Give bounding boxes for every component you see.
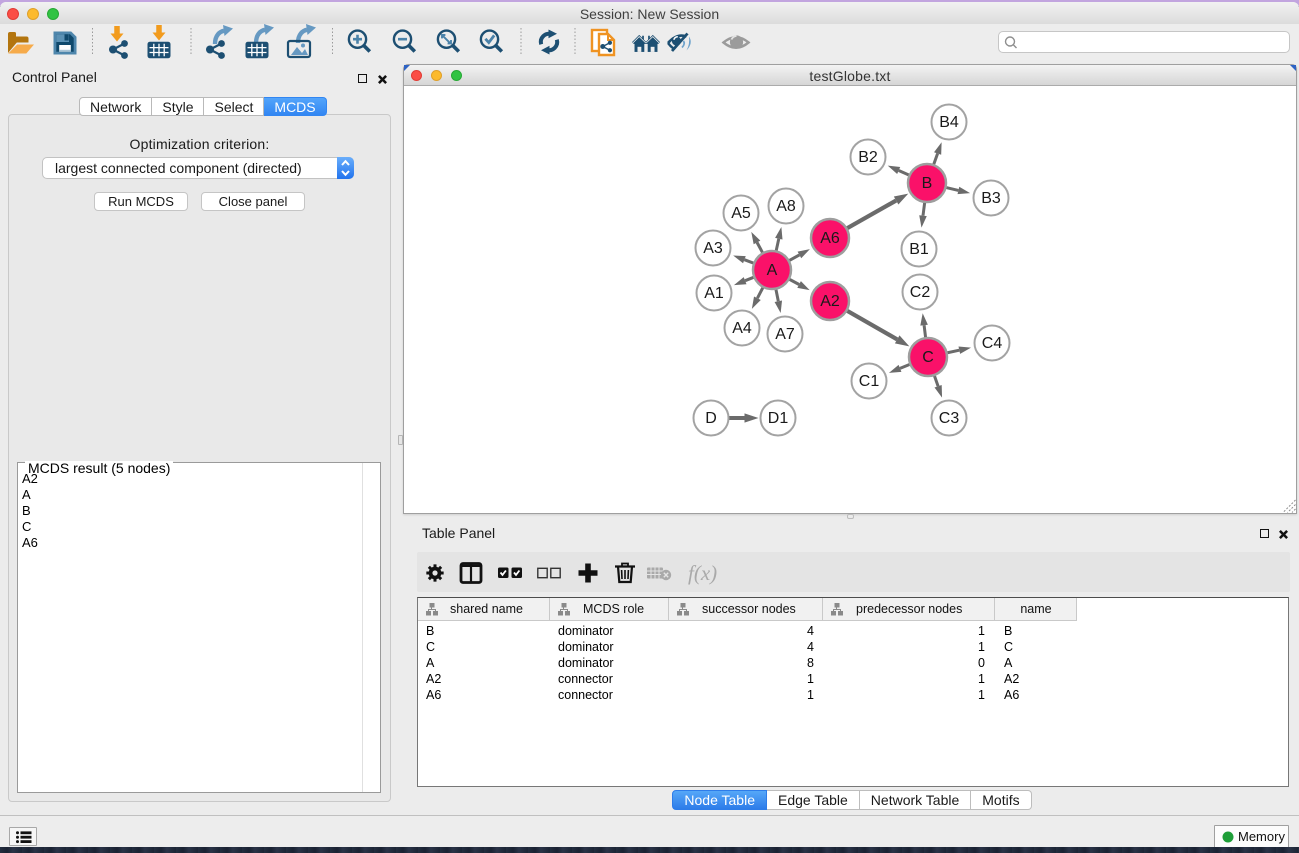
svg-text:B3: B3 <box>981 190 1001 207</box>
svg-text:D: D <box>705 410 717 427</box>
svg-text:A: A <box>767 262 778 279</box>
svg-text:A2: A2 <box>820 293 840 310</box>
svg-text:A6: A6 <box>820 230 840 247</box>
svg-text:B: B <box>922 175 933 192</box>
svg-text:C2: C2 <box>910 284 931 301</box>
svg-text:A7: A7 <box>775 326 795 343</box>
svg-text:C4: C4 <box>982 335 1003 352</box>
svg-text:B1: B1 <box>909 241 929 258</box>
svg-text:A5: A5 <box>731 205 751 222</box>
svg-text:A3: A3 <box>703 240 723 257</box>
svg-text:B2: B2 <box>858 149 878 166</box>
svg-text:C3: C3 <box>939 410 960 427</box>
svg-text:D1: D1 <box>768 410 789 427</box>
svg-text:C1: C1 <box>859 373 880 390</box>
svg-text:C: C <box>922 349 934 366</box>
svg-text:A1: A1 <box>704 285 724 302</box>
svg-text:A8: A8 <box>776 198 796 215</box>
svg-text:A4: A4 <box>732 320 752 337</box>
svg-text:f(x): f(x) <box>688 561 717 585</box>
svg-text:B4: B4 <box>939 114 959 131</box>
